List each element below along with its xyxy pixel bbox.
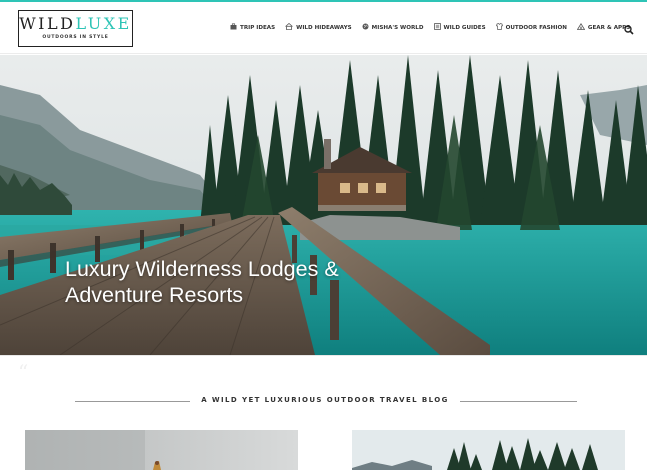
logo-tagline: OUTDOORS IN STYLE <box>42 35 109 40</box>
divider <box>0 355 647 356</box>
logo-word-wild: WILD <box>19 14 76 33</box>
site-header: WILDLUXE OUTDOORS IN STYLE TRIP IDEAS WI… <box>0 2 647 54</box>
post-thumbnail-image <box>25 430 298 470</box>
tent-icon <box>576 23 586 32</box>
search-icon[interactable] <box>624 22 634 35</box>
tagline-text: A WILD YET LUXURIOUS OUTDOOR TRAVEL BLOG <box>201 396 449 404</box>
nav-item-gear-apps[interactable]: GEAR & APPS <box>576 23 630 32</box>
tagline-rule-right <box>460 401 577 402</box>
nav-label-wild-guides: WILD GUIDES <box>443 24 486 31</box>
hero-banner[interactable]: Luxury Wilderness Lodges & Adventure Res… <box>0 55 647 355</box>
nav-label-mishas-world: MISHA'S WORLD <box>371 24 424 31</box>
hero-title-line-2: Adventure Resorts <box>65 283 244 307</box>
tagline-rule-left <box>75 401 190 402</box>
post-card-thumbnail[interactable] <box>25 430 298 470</box>
logo-wordmark: WILDLUXE <box>19 15 132 33</box>
section-tagline: A WILD YET LUXURIOUS OUTDOOR TRAVEL BLOG <box>0 395 647 407</box>
quote-mark-icon: “ <box>18 360 29 384</box>
post-card-thumbnail[interactable] <box>352 430 625 470</box>
hero-title-line-1: Luxury Wilderness Lodges & <box>65 257 339 281</box>
post-thumbnail-image <box>352 430 625 470</box>
hero-image <box>0 55 647 355</box>
hero-title[interactable]: Luxury Wilderness Lodges & Adventure Res… <box>65 256 485 308</box>
nav-item-mishas-world[interactable]: MISHA'S WORLD <box>362 23 424 32</box>
nav-item-trip-ideas[interactable]: TRIP IDEAS <box>230 23 275 32</box>
globe-icon <box>362 23 369 32</box>
nav-label-trip-ideas: TRIP IDEAS <box>240 24 276 31</box>
house-icon <box>285 22 293 32</box>
logo-word-luxe: LUXE <box>75 14 132 33</box>
nav-item-wild-hideaways[interactable]: WILD HIDEAWAYS <box>285 22 352 32</box>
guide-icon <box>433 23 441 32</box>
nav-label-outdoor-fashion: OUTDOOR FASHION <box>505 24 567 31</box>
nav-item-outdoor-fashion[interactable]: OUTDOOR FASHION <box>495 23 567 32</box>
nav-item-wild-guides[interactable]: WILD GUIDES <box>433 23 486 32</box>
site-logo[interactable]: WILDLUXE OUTDOORS IN STYLE <box>18 10 133 47</box>
shirt-icon <box>495 23 503 32</box>
briefcase-icon <box>230 23 237 32</box>
nav-label-wild-hideaways: WILD HIDEAWAYS <box>296 24 352 31</box>
main-nav: TRIP IDEAS WILD HIDEAWAYS MISHA'S WORLD … <box>230 22 640 32</box>
